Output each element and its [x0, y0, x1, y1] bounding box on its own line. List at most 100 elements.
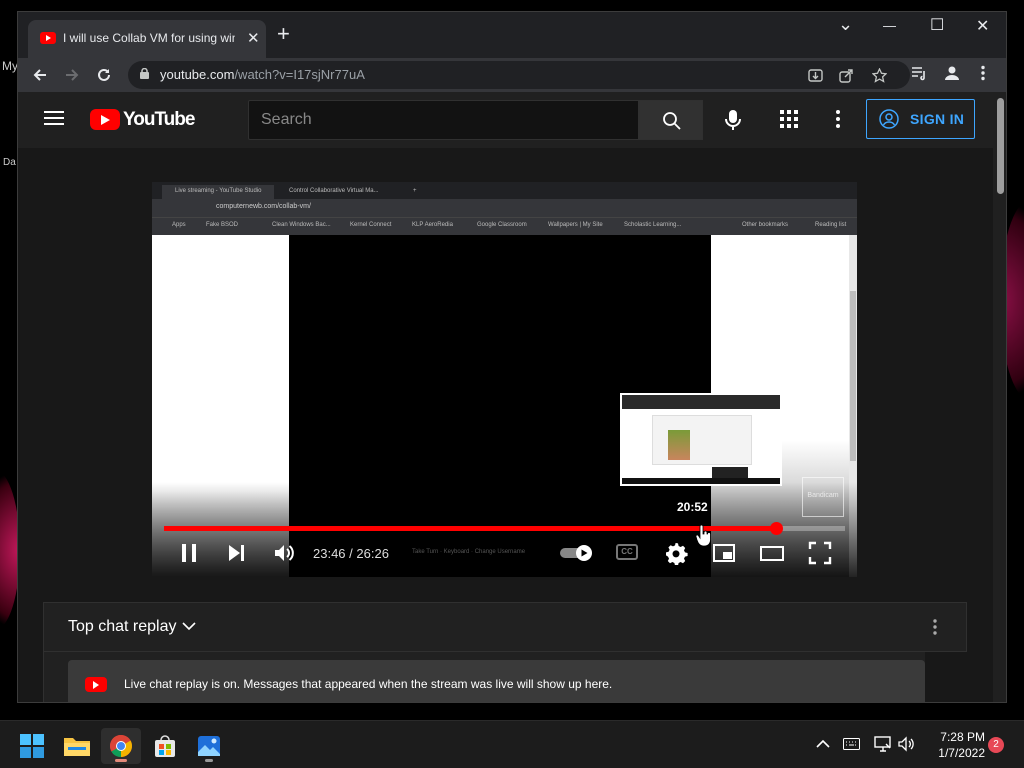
- close-window-button[interactable]: ✕: [976, 16, 989, 36]
- photos-icon: [198, 736, 220, 756]
- apps-grid-icon[interactable]: [780, 110, 798, 128]
- browser-toolbar: youtube.com/watch?v=I17sjNr77uA: [18, 58, 1006, 92]
- windows-logo-icon: [20, 734, 44, 758]
- page-scrollbar[interactable]: [993, 92, 1006, 702]
- reading-list-icon[interactable]: [911, 65, 927, 81]
- microsoft-store-button[interactable]: [145, 728, 185, 764]
- search-button[interactable]: [639, 100, 703, 140]
- start-button[interactable]: [12, 728, 52, 764]
- progress-bar[interactable]: [164, 522, 845, 535]
- desktop: My Da I will use Collab VM for using win…: [0, 0, 1024, 768]
- progress-scrubber[interactable]: [769, 522, 783, 535]
- settings-more-icon[interactable]: [834, 109, 842, 129]
- browser-tab[interactable]: I will use Collab VM for using windows ✕: [28, 20, 266, 58]
- new-tab-button[interactable]: +: [277, 23, 290, 45]
- chat-title[interactable]: Top chat replay: [68, 618, 177, 636]
- progress-played: [164, 526, 776, 531]
- video-bookmark: KLP AeroRedia: [412, 222, 453, 228]
- notification-badge[interactable]: 2: [988, 737, 1004, 753]
- chat-replay-panel: Top chat replay Live chat replay is on. …: [43, 602, 968, 702]
- channel-watermark[interactable]: Bandicam: [802, 477, 844, 517]
- tab-close-icon[interactable]: ✕: [247, 29, 260, 47]
- chat-more-icon[interactable]: [932, 617, 938, 637]
- seek-preview-time: 20:52: [677, 500, 708, 514]
- volume-icon[interactable]: [272, 541, 296, 565]
- video-bookmark: Other bookmarks: [742, 222, 789, 228]
- video-player[interactable]: Live streaming - YouTube Studio Control …: [152, 182, 857, 577]
- autoplay-toggle[interactable]: [560, 544, 596, 562]
- back-icon[interactable]: [32, 67, 48, 83]
- hamburger-menu-icon[interactable]: [44, 111, 64, 126]
- active-indicator: [115, 759, 127, 762]
- sign-in-button[interactable]: SIGN IN: [866, 99, 975, 139]
- url-path: /watch?v=I17sjNr77uA: [234, 67, 365, 82]
- folder-icon: [64, 738, 90, 756]
- minimize-button[interactable]: —: [883, 18, 896, 33]
- profile-icon[interactable]: [944, 65, 960, 81]
- youtube-logo-text: YouTube: [123, 109, 195, 130]
- youtube-page: YouTube SIGN IN: [18, 92, 993, 702]
- youtube-masthead: YouTube SIGN IN: [18, 92, 993, 148]
- scrollbar-thumb[interactable]: [997, 98, 1004, 194]
- fullscreen-icon[interactable]: [808, 541, 832, 565]
- video-browser-tab-2: Control Collaborative Virtual Ma...: [289, 188, 379, 194]
- keyboard-icon[interactable]: [843, 738, 860, 750]
- url-text: youtube.com/watch?v=I17sjNr77uA: [160, 67, 365, 82]
- youtube-logo[interactable]: YouTube: [90, 109, 195, 131]
- search-input[interactable]: [249, 101, 638, 139]
- address-bar[interactable]: youtube.com/watch?v=I17sjNr77uA: [128, 61, 910, 89]
- network-icon[interactable]: [874, 736, 892, 752]
- video-bookmark: Kernel Connect: [350, 222, 392, 228]
- time-display: 23:46 / 26:26: [313, 546, 389, 561]
- miniplayer-icon[interactable]: [712, 541, 736, 565]
- desktop-label-2: Da: [3, 157, 16, 168]
- video-browser-address: computernewb.com/collab-vm/: [152, 199, 857, 217]
- theater-mode-icon[interactable]: [760, 541, 784, 565]
- maximize-button[interactable]: ☐: [930, 15, 944, 35]
- video-content-browser: Live streaming - YouTube Studio Control …: [152, 182, 857, 235]
- chrome-button[interactable]: [101, 728, 141, 764]
- search-icon: [663, 112, 681, 130]
- bookmark-star-icon[interactable]: [872, 68, 887, 83]
- youtube-favicon-icon: [40, 32, 56, 44]
- chrome-menu-icon[interactable]: [980, 65, 986, 81]
- video-chapter-strip: Take Turn · Keyboard · Change Username: [412, 549, 526, 555]
- file-explorer-button[interactable]: [57, 728, 97, 764]
- forward-icon[interactable]: [64, 67, 80, 83]
- video-bookmark: Clean Windows Bac...: [272, 222, 331, 228]
- chat-replay-banner: Live chat replay is on. Messages that ap…: [68, 660, 925, 702]
- running-indicator: [205, 759, 213, 762]
- chevron-down-icon[interactable]: [182, 620, 196, 632]
- microphone-icon[interactable]: [718, 105, 748, 135]
- youtube-icon: [85, 677, 107, 692]
- video-browser-bookmarks: Apps Fake BSOD Clean Windows Bac... Kern…: [152, 217, 857, 235]
- share-icon[interactable]: [839, 68, 854, 83]
- settings-gear-icon[interactable]: [664, 541, 688, 565]
- url-host: youtube.com: [160, 67, 235, 82]
- reload-icon[interactable]: [96, 67, 112, 83]
- browser-window: I will use Collab VM for using windows ✕…: [17, 11, 1007, 703]
- chat-scroll-track: [925, 652, 968, 702]
- system-clock[interactable]: 7:28 PM 1/7/2022: [925, 729, 985, 761]
- video-bookmark: Google Classroom: [477, 222, 527, 228]
- subtitles-button[interactable]: CC: [616, 544, 638, 560]
- next-video-icon[interactable]: [224, 541, 248, 565]
- photos-button[interactable]: [189, 728, 229, 764]
- tab-strip: I will use Collab VM for using windows ✕…: [18, 12, 1006, 58]
- chrome-icon: [110, 735, 132, 757]
- clock-date: 1/7/2022: [938, 746, 985, 760]
- install-app-icon[interactable]: [808, 68, 823, 83]
- clock-time: 7:28 PM: [940, 730, 985, 744]
- pause-icon[interactable]: [177, 541, 201, 565]
- chat-header: Top chat replay: [44, 603, 966, 652]
- video-bookmark: Apps: [172, 222, 186, 228]
- volume-tray-icon[interactable]: [898, 736, 914, 752]
- chevron-up-icon[interactable]: [816, 739, 830, 749]
- chat-replay-message: Live chat replay is on. Messages that ap…: [124, 677, 613, 691]
- video-browser-url: computernewb.com/collab-vm/: [216, 203, 311, 210]
- tab-search-icon[interactable]: ⌄: [838, 14, 853, 35]
- video-browser-tab-1: Live streaming - YouTube Studio: [162, 185, 274, 199]
- seek-preview-thumbnail: [620, 393, 782, 486]
- taskbar: 7:28 PM 1/7/2022 2: [0, 720, 1024, 768]
- desktop-label-1: My: [2, 59, 18, 73]
